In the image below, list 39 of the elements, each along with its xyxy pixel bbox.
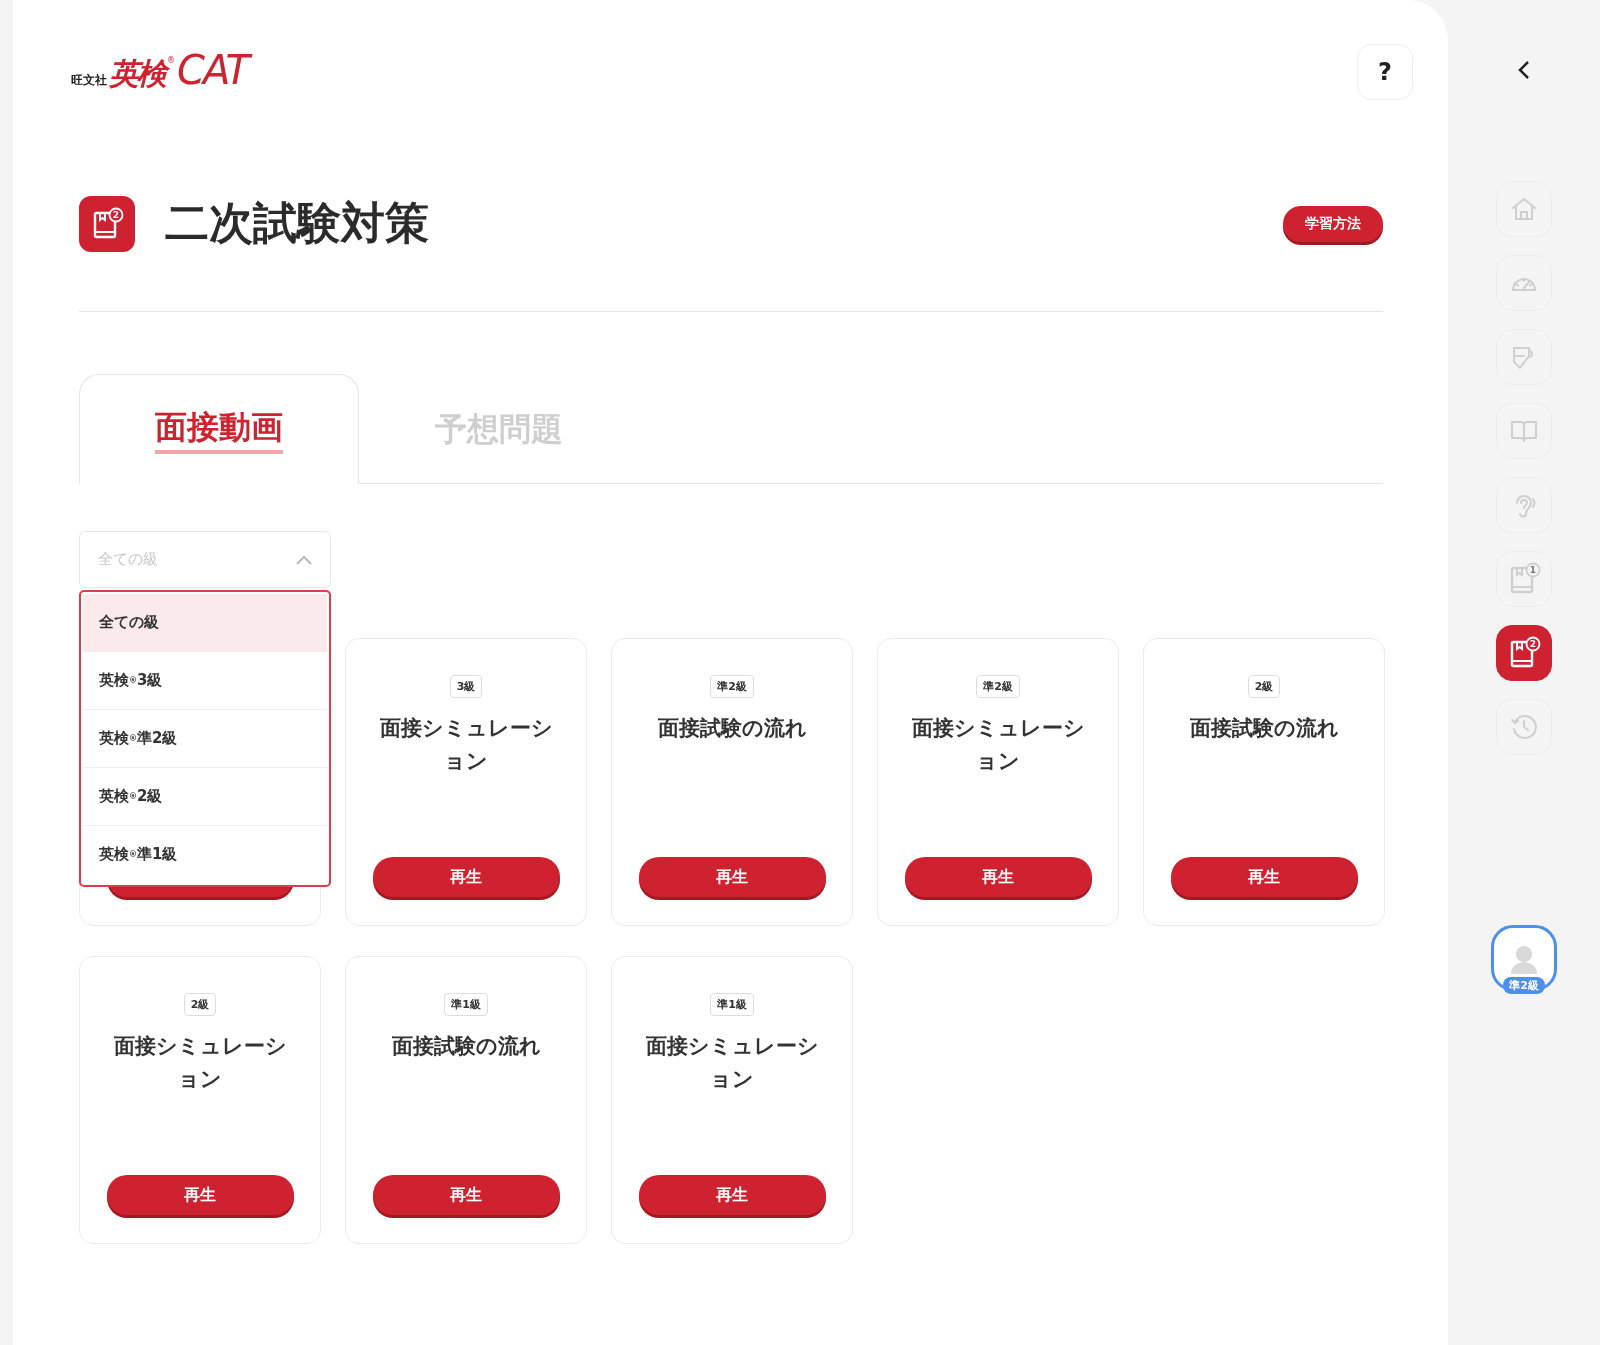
sidebar-item[interactable]: [1496, 181, 1552, 237]
play-button[interactable]: 再生: [638, 1175, 826, 1215]
sidebar-item[interactable]: [1496, 477, 1552, 533]
sidebar-item[interactable]: [1496, 699, 1552, 755]
play-button[interactable]: 再生: [904, 857, 1092, 897]
registered-mark: ®: [167, 55, 175, 65]
user-grade-badge: 準2級: [1503, 977, 1545, 994]
grade-tag: 2級: [1247, 675, 1281, 698]
grade-tag: 2級: [183, 993, 217, 1016]
video-title: 面接試験の流れ: [391, 1033, 541, 1060]
page-title: 二次試験対策: [165, 196, 430, 250]
user-avatar[interactable]: [1491, 925, 1557, 991]
video-title: 面接シミュレーション: [910, 715, 1086, 775]
help-button[interactable]: ?: [1357, 44, 1413, 100]
sidebar-item[interactable]: [1496, 329, 1552, 385]
sidebar-item[interactable]: [1496, 255, 1552, 311]
play-button[interactable]: 再生: [1170, 857, 1358, 897]
play-button[interactable]: 再生: [372, 857, 560, 897]
logo-publisher: 旺文社: [71, 71, 107, 89]
dropdown-option[interactable]: 全ての級: [83, 594, 327, 652]
tab[interactable]: 面接動画: [79, 374, 359, 484]
play-button[interactable]: 再生: [106, 1175, 294, 1215]
study-method-button[interactable]: 学習方法: [1283, 205, 1383, 242]
grade-tag: 準2級: [710, 675, 754, 698]
play-button[interactable]: 再生: [638, 857, 826, 897]
video-title: 面接試験の流れ: [657, 715, 807, 742]
video-title: 面接シミュレーション: [112, 1033, 288, 1093]
history-icon: [1509, 712, 1539, 742]
grade-tag: 準1級: [444, 993, 488, 1016]
video-title: 面接試験の流れ: [1189, 715, 1339, 742]
grade-tag: 3級: [449, 675, 483, 698]
sidebar-item[interactable]: 1: [1496, 551, 1552, 607]
grade-tag: 準2級: [976, 675, 1020, 698]
sidebar-item[interactable]: 2: [1496, 625, 1552, 681]
grade-tag: 準1級: [710, 993, 754, 1016]
video-title: 面接シミュレーション: [644, 1033, 820, 1093]
video-title: 面接シミュレーション: [378, 715, 554, 775]
sidebar-item[interactable]: [1496, 403, 1552, 459]
play-button[interactable]: 再生: [372, 1175, 560, 1215]
